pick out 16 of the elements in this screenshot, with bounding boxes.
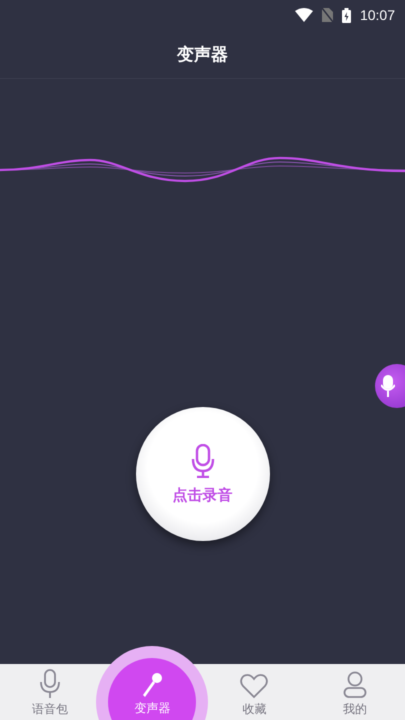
microphone-icon [190, 444, 214, 478]
wifi-icon [294, 8, 313, 22]
no-sim-icon [322, 8, 333, 22]
microphone-icon [381, 375, 395, 397]
tab[interactable]: 变声器 [108, 658, 196, 720]
screen-title: 变声器 [177, 44, 228, 66]
tab[interactable]: 语音包 [0, 664, 100, 720]
tab[interactable]: 收藏 [204, 664, 305, 720]
person-icon [342, 671, 367, 699]
microphone-icon [39, 669, 62, 699]
status-time: 10:07 [360, 7, 395, 23]
tab[interactable]: 我的 [304, 664, 405, 720]
battery-charging-icon [342, 8, 351, 22]
microphone-icon [141, 672, 164, 698]
record-button[interactable]: 点击录音 [136, 407, 270, 541]
heart-icon [240, 673, 268, 699]
